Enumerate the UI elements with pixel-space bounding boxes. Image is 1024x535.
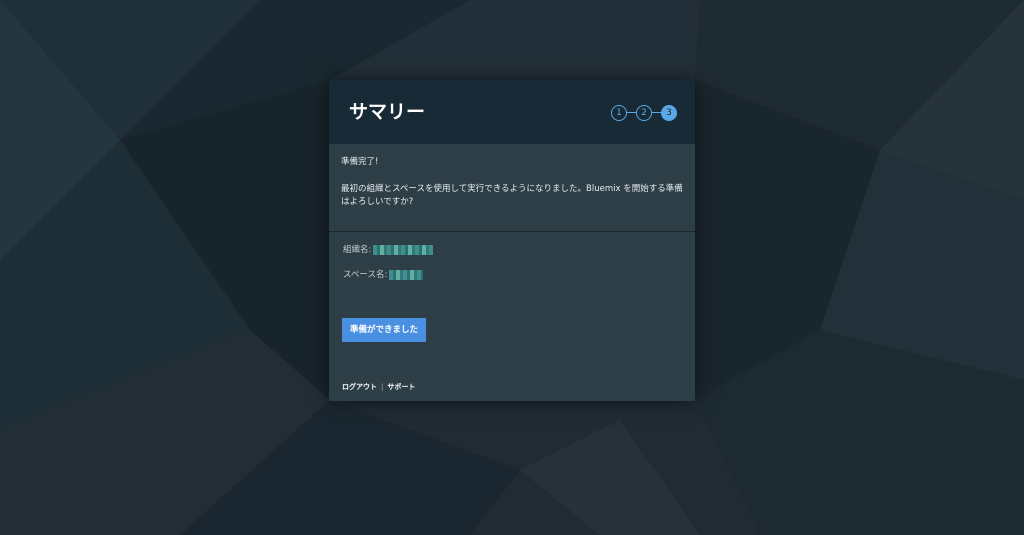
org-name-value-redacted xyxy=(373,245,434,255)
intro-text: 準備完了! 最初の組織とスペースを使用して実行できるようになりました。Bluem… xyxy=(341,156,683,209)
step-1: 1 xyxy=(611,105,627,121)
footer-separator: | xyxy=(381,383,384,391)
space-name-value-redacted xyxy=(389,270,424,280)
org-name-row: 組織名: xyxy=(343,244,434,257)
ready-button[interactable]: 準備ができました xyxy=(342,318,426,342)
org-name-label: 組織名: xyxy=(343,245,372,255)
step-2: 2 xyxy=(636,105,652,121)
step-indicator: 1 2 3 xyxy=(611,105,677,121)
divider xyxy=(329,231,695,232)
ready-description: 最初の組織とスペースを使用して実行できるようになりました。Bluemix を開始… xyxy=(341,184,683,207)
space-name-row: スペース名: xyxy=(343,269,424,282)
ready-heading: 準備完了! xyxy=(341,157,379,167)
card-header: サマリー 1 2 3 xyxy=(329,80,695,144)
space-name-label: スペース名: xyxy=(343,270,388,280)
step-3-active: 3 xyxy=(661,105,677,121)
footer-links: ログアウト | サポート xyxy=(342,382,415,392)
logout-link[interactable]: ログアウト xyxy=(342,383,377,391)
step-connector xyxy=(652,112,661,113)
page-title: サマリー xyxy=(349,101,426,123)
support-link[interactable]: サポート xyxy=(387,383,415,391)
step-connector xyxy=(627,112,636,113)
summary-card: サマリー 1 2 3 準備完了! 最初の組織とスペースを使用して実行できるように… xyxy=(329,80,695,401)
